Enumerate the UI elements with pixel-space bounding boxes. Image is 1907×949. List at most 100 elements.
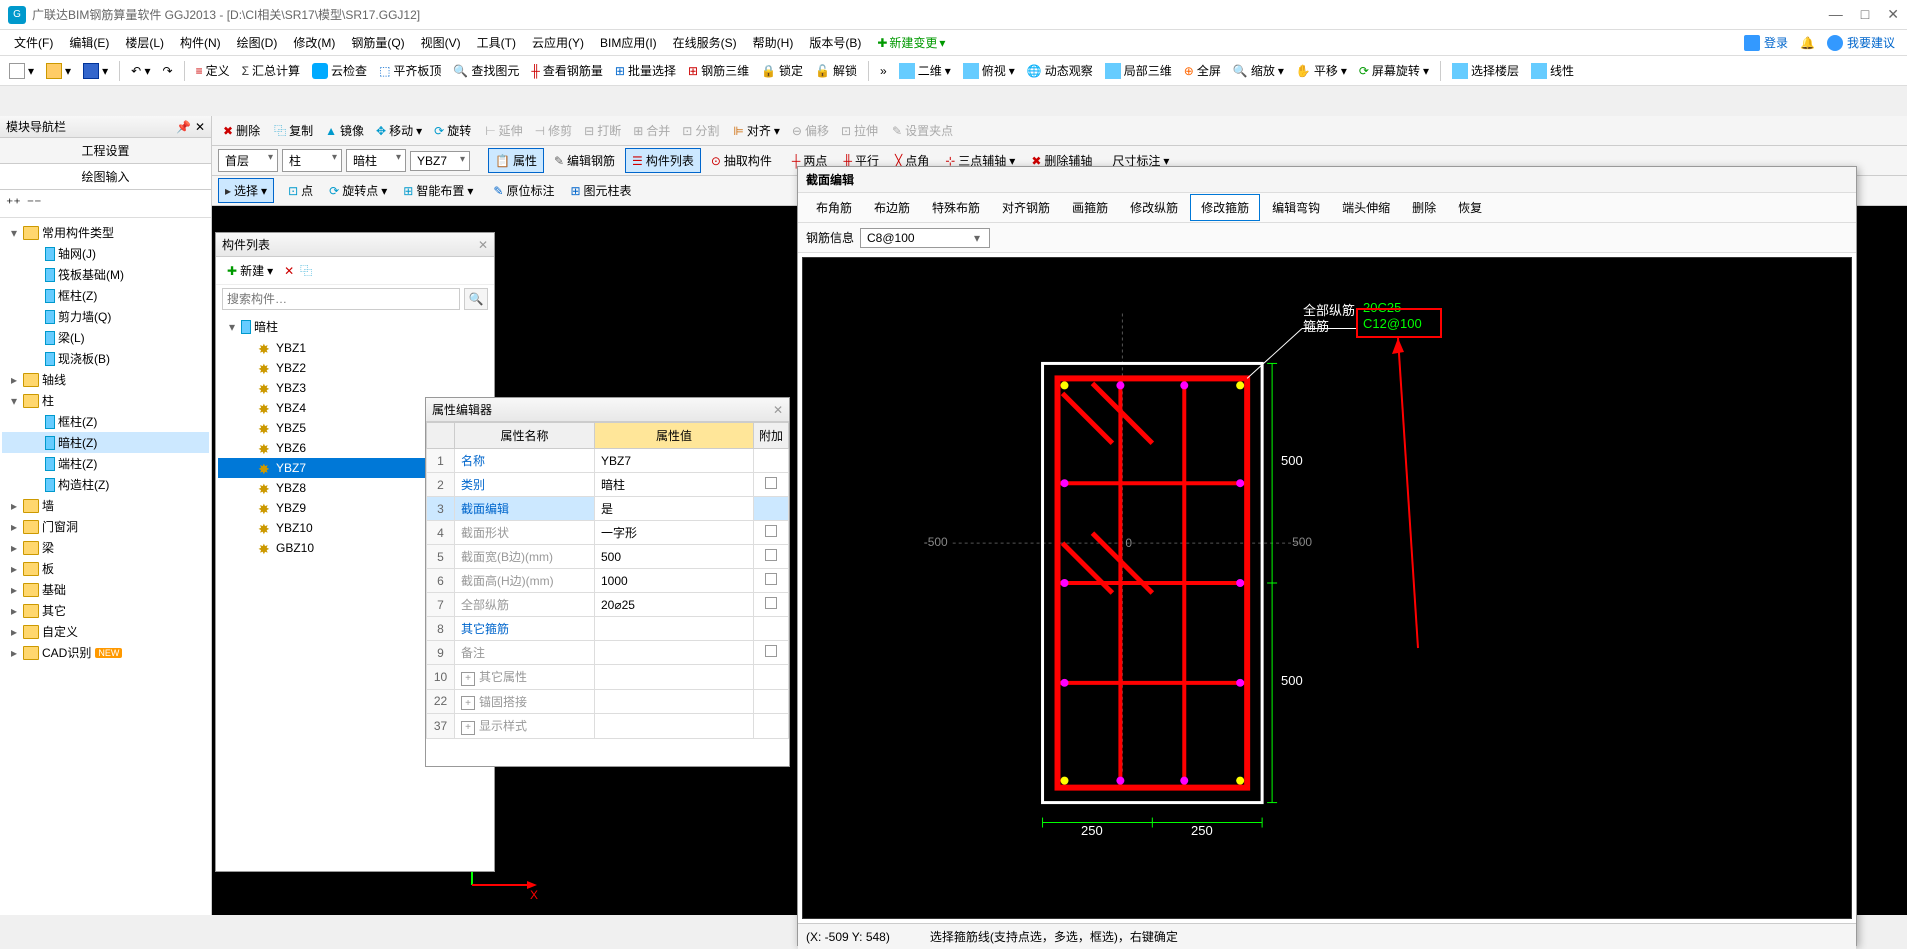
tree-item[interactable]: ▸门窗洞 (2, 516, 209, 537)
stretch-button[interactable]: ⊡ 拉伸 (836, 119, 883, 142)
section-tab[interactable]: 布边筋 (864, 195, 920, 220)
top-view-button[interactable]: 俯视 ▾ (958, 59, 1020, 82)
pin-icon[interactable]: 📌 (176, 120, 191, 134)
zoom-button[interactable]: 🔍 缩放 ▾ (1228, 59, 1289, 82)
section-tab[interactable]: 对齐钢筋 (992, 195, 1060, 220)
inplace-label-button[interactable]: ✎ 原位标注 (487, 179, 560, 202)
maximize-button[interactable]: □ (1861, 6, 1869, 23)
tree-item[interactable]: 剪力墙(Q) (2, 306, 209, 327)
component-search-button[interactable]: 🔍 (464, 288, 488, 310)
edit-rebar-button[interactable]: ✎ 编辑钢筋 (548, 149, 621, 172)
rotate-button[interactable]: ⟳ 旋转 (429, 119, 476, 142)
section-tab[interactable]: 恢复 (1448, 195, 1492, 220)
menu-tools[interactable]: 工具(T) (469, 30, 524, 55)
property-row[interactable]: 4截面形状一字形 (427, 521, 789, 545)
define-button[interactable]: ≡ 定义 (191, 59, 235, 82)
select-button[interactable]: ▸ 选择 ▾ (218, 178, 274, 203)
calc-button[interactable]: Σ 汇总计算 (237, 59, 305, 82)
section-canvas[interactable]: -500 500 0 (802, 257, 1852, 919)
align-slab-button[interactable]: ⬚ 平齐板顶 (374, 59, 446, 82)
property-close-icon[interactable]: ✕ (773, 403, 783, 417)
new-component-button[interactable]: ✚ 新建 ▾ (222, 259, 278, 282)
tree-item[interactable]: ▸板 (2, 558, 209, 579)
fullscreen-button[interactable]: ⊕ 全屏 (1179, 59, 1226, 82)
tree-item[interactable]: 轴网(J) (2, 243, 209, 264)
tree-item[interactable]: ▸基础 (2, 579, 209, 600)
copy-component-icon[interactable]: ⿻ (300, 262, 312, 279)
extend-button[interactable]: ⊢ 延伸 (480, 119, 527, 142)
property-row[interactable]: 10+其它属性 (427, 665, 789, 690)
tree-item[interactable]: ▾常用构件类型 (2, 222, 209, 243)
component-root[interactable]: ▾暗柱 (218, 315, 492, 338)
component-item[interactable]: ✸YBZ2 (218, 358, 492, 378)
tree-item[interactable]: ▸墙 (2, 495, 209, 516)
column-table-button[interactable]: ⊞ 图元柱表 (564, 179, 637, 202)
nav-close-icon[interactable]: ✕ (195, 120, 205, 134)
mirror-button[interactable]: ▲ 镜像 (320, 119, 369, 142)
local-3d-button[interactable]: 局部三维 (1100, 59, 1177, 82)
tree-item[interactable]: ▾柱 (2, 390, 209, 411)
rotate-point-button[interactable]: ⟳ 旋转点 ▾ (323, 179, 393, 202)
tree-item[interactable]: 框柱(Z) (2, 285, 209, 306)
menu-version[interactable]: 版本号(B) (801, 30, 869, 55)
property-row[interactable]: 1名称YBZ7 (427, 449, 789, 473)
save-button[interactable]: ▾ (78, 60, 113, 82)
tree-item[interactable]: ▸自定义 (2, 621, 209, 642)
component-list-close-icon[interactable]: ✕ (478, 238, 488, 252)
rotate-screen-button[interactable]: ⟳ 屏幕旋转 ▾ (1354, 59, 1434, 82)
suggest-button[interactable]: 我要建议 (1821, 32, 1901, 53)
wireframe-button[interactable]: 线性 (1526, 59, 1579, 82)
smart-layout-button[interactable]: ⊞ 智能布置 ▾ (397, 179, 479, 202)
grip-button[interactable]: ✎ 设置夹点 (887, 119, 958, 142)
nav-expand-icon[interactable]: ⁺⁺ (6, 195, 21, 212)
delete-button[interactable]: ✖ 删除 (218, 119, 265, 142)
component-item[interactable]: ✸YBZ3 (218, 378, 492, 398)
tree-item[interactable]: 筏板基础(M) (2, 264, 209, 285)
menu-floor[interactable]: 楼层(L) (117, 30, 172, 55)
menu-draw[interactable]: 绘图(D) (229, 30, 286, 55)
pan-button[interactable]: ✋ 平移 ▾ (1291, 59, 1352, 82)
tree-item[interactable]: 现浇板(B) (2, 348, 209, 369)
new-file-button[interactable]: ▾ (4, 60, 39, 82)
menu-online[interactable]: 在线服务(S) (665, 30, 745, 55)
tree-item[interactable]: ▸CAD识别NEW (2, 642, 209, 663)
section-tab[interactable]: 端头伸缩 (1332, 195, 1400, 220)
rebar-info-input[interactable] (860, 228, 990, 248)
section-tab[interactable]: 编辑弯钩 (1262, 195, 1330, 220)
tree-item[interactable]: 暗柱(Z) (2, 432, 209, 453)
section-tab[interactable]: 删除 (1402, 195, 1446, 220)
tree-item[interactable]: ▸梁 (2, 537, 209, 558)
menu-edit[interactable]: 编辑(E) (61, 30, 117, 55)
align-button[interactable]: ⊫ 对齐 ▾ (728, 119, 785, 142)
nav-tab-draw[interactable]: 绘图输入 (0, 164, 211, 190)
component-combo[interactable]: YBZ7 (410, 151, 470, 171)
property-row[interactable]: 22+锚固搭接 (427, 689, 789, 714)
property-row[interactable]: 9备注 (427, 641, 789, 665)
close-button[interactable]: ✕ (1887, 6, 1899, 23)
section-tab[interactable]: 修改纵筋 (1120, 195, 1188, 220)
cloud-check-button[interactable]: 云检查 (307, 59, 372, 82)
section-tab[interactable]: 特殊布筋 (922, 195, 990, 220)
copy-button[interactable]: ⿻ 复制 (269, 119, 318, 142)
tree-item[interactable]: ▸轴线 (2, 369, 209, 390)
batch-select-button[interactable]: ⊞ 批量选择 (610, 59, 681, 82)
view-rebar-button[interactable]: ╫ 查看钢筋量 (526, 59, 608, 82)
orbit-button[interactable]: 🌐 动态观察 (1022, 59, 1098, 82)
open-file-button[interactable]: ▾ (41, 60, 76, 82)
view-2d-button[interactable]: 二维 ▾ (894, 59, 956, 82)
login-button[interactable]: 登录 (1738, 32, 1794, 53)
component-item[interactable]: ✸YBZ1 (218, 338, 492, 358)
menu-rebar[interactable]: 钢筋量(Q) (343, 30, 412, 55)
property-row[interactable]: 6截面高(H边)(mm)1000 (427, 569, 789, 593)
menu-file[interactable]: 文件(F) (6, 30, 61, 55)
menu-new-change[interactable]: ✚新建变更 ▾ (869, 30, 953, 55)
tree-item[interactable]: 梁(L) (2, 327, 209, 348)
delete-component-icon[interactable]: ✕ (284, 264, 294, 278)
menu-help[interactable]: 帮助(H) (745, 30, 802, 55)
unlock-button[interactable]: 🔓 解锁 (810, 59, 862, 82)
rebar-3d-button[interactable]: ⊞ 钢筋三维 (683, 59, 754, 82)
notification-icon[interactable]: 🔔 (1794, 34, 1821, 52)
subcategory-combo[interactable]: 暗柱 (346, 149, 406, 172)
nav-tab-settings[interactable]: 工程设置 (0, 138, 211, 164)
menu-bim[interactable]: BIM应用(I) (592, 30, 665, 55)
